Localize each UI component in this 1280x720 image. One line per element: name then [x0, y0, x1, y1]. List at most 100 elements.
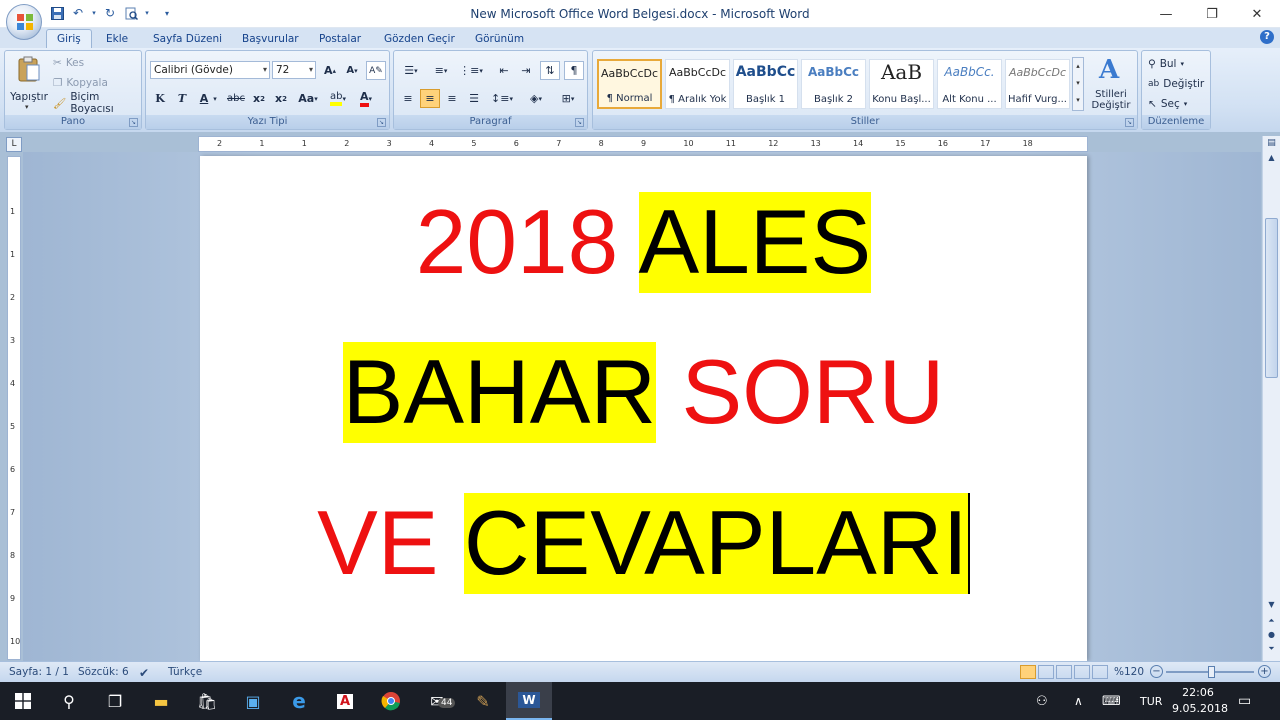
sort-icon[interactable]: ⇅ — [540, 61, 560, 80]
horizontal-ruler[interactable]: 2 1 1 2 3 4 5 6 7 8 9 10 11 12 13 14 15 16 17 18 — [198, 136, 1088, 152]
show-paragraph-marks-icon[interactable]: ¶ — [564, 61, 584, 80]
change-styles-button[interactable]: A Stilleri Değiştir — [1087, 55, 1135, 113]
find-button[interactable]: ⚲ Bul ▾ — [1148, 55, 1184, 73]
clear-formatting-icon[interactable]: A✎ — [366, 61, 386, 80]
web-layout-icon[interactable] — [1056, 665, 1072, 679]
remote-desktop-icon[interactable]: ▣ — [230, 682, 276, 720]
font-size-combo[interactable]: 72 ▾ — [272, 61, 316, 79]
vertical-scrollbar[interactable]: ▤ ▲ ▼ ⏶ ● ⏷ — [1262, 136, 1280, 661]
task-view-icon[interactable]: ❐ — [92, 682, 138, 720]
decrease-indent-icon[interactable]: ⇤ — [494, 61, 514, 80]
style-no-spacing[interactable]: AaBbCcDc ¶ Aralık Yok — [665, 59, 730, 109]
increase-indent-icon[interactable]: ⇥ — [516, 61, 536, 80]
previous-page-icon[interactable]: ⏶ — [1265, 616, 1278, 629]
start-button[interactable] — [0, 682, 46, 720]
minimize-button[interactable]: — — [1143, 0, 1189, 28]
font-color-icon[interactable]: A ▾ — [354, 89, 378, 108]
browse-object-icon[interactable]: ● — [1265, 630, 1278, 643]
font-launcher-icon[interactable]: ↘ — [377, 118, 386, 127]
file-explorer-icon[interactable]: ▬ — [138, 682, 184, 720]
shading-icon[interactable]: ◈ ▾ — [522, 89, 550, 108]
numbering-icon[interactable]: ≡ ▾ — [428, 61, 454, 80]
zoom-level[interactable]: %120 — [1114, 666, 1144, 678]
zoom-slider-thumb[interactable] — [1208, 666, 1215, 678]
select-button[interactable]: ↖ Seç ▾ — [1148, 95, 1187, 113]
subscript-icon[interactable]: x2 — [249, 89, 269, 108]
help-icon[interactable]: ? — [1260, 30, 1274, 44]
search-icon[interactable]: ⚲ — [46, 682, 92, 720]
chrome-icon[interactable] — [368, 682, 414, 720]
notifications-icon[interactable]: ▭ — [1238, 682, 1251, 720]
word-count[interactable]: Sözcük: 6 — [78, 666, 129, 678]
tab-basvurular[interactable]: Başvurular — [232, 29, 309, 48]
style-title[interactable]: AaB Konu Başl... — [869, 59, 934, 109]
align-left-icon[interactable]: ≡ — [398, 89, 418, 108]
view-ruler-icon[interactable]: ▤ — [1265, 138, 1278, 151]
grow-font-icon[interactable]: A ▴ — [320, 61, 340, 80]
store-icon[interactable]: 🛍 — [184, 682, 230, 720]
zoom-out-icon[interactable]: − — [1150, 665, 1163, 678]
scroll-down-icon[interactable]: ▼ — [1265, 600, 1278, 613]
page-count[interactable]: Sayfa: 1 / 1 — [9, 666, 69, 678]
format-painter-button[interactable]: 🖌 Biçim Boyacısı — [53, 91, 141, 115]
show-hidden-icons[interactable]: ∧ — [1074, 682, 1083, 720]
scroll-up-icon[interactable]: ▲ — [1265, 153, 1278, 166]
tab-postalar[interactable]: Postalar — [309, 29, 371, 48]
clipboard-launcher-icon[interactable]: ↘ — [129, 118, 138, 127]
draft-icon[interactable] — [1092, 665, 1108, 679]
outline-icon[interactable] — [1074, 665, 1090, 679]
paragraph-launcher-icon[interactable]: ↘ — [575, 118, 584, 127]
next-page-icon[interactable]: ⏷ — [1265, 644, 1278, 657]
keyboard-icon[interactable]: ⌨ — [1102, 682, 1121, 720]
input-language[interactable]: TUR — [1140, 682, 1162, 720]
style-heading-1[interactable]: AaBbCc Başlık 1 — [733, 59, 798, 109]
font-name-dropdown-icon[interactable]: ▾ — [263, 62, 267, 78]
tab-selector[interactable]: L — [6, 137, 22, 152]
style-normal[interactable]: AaBbCcDc ¶ Normal — [597, 59, 662, 109]
replace-button[interactable]: ab Değiştir — [1148, 75, 1204, 93]
style-subtitle[interactable]: AaBbCc. Alt Konu ... — [937, 59, 1002, 109]
bullets-icon[interactable]: ☰ ▾ — [398, 61, 424, 80]
people-icon[interactable]: ⚇ — [1036, 682, 1048, 720]
close-button[interactable]: ✕ — [1234, 0, 1280, 28]
line-spacing-icon[interactable]: ↕≡ ▾ — [488, 89, 516, 108]
strikethrough-icon[interactable]: abc — [226, 89, 246, 108]
office-button[interactable] — [6, 4, 42, 40]
tab-sayfa-duzeni[interactable]: Sayfa Düzeni — [143, 29, 232, 48]
copy-button[interactable]: ❐ Kopyala — [53, 75, 108, 91]
scroll-thumb[interactable] — [1265, 218, 1278, 378]
multilevel-list-icon[interactable]: ⋮≡ ▾ — [458, 61, 484, 80]
highlight-color-icon[interactable]: ab ▾ — [326, 89, 350, 108]
underline-dropdown-icon[interactable]: ▾ — [210, 89, 220, 108]
print-layout-icon[interactable] — [1020, 665, 1036, 679]
align-right-icon[interactable]: ≡ — [442, 89, 462, 108]
zoom-in-icon[interactable]: + — [1258, 665, 1271, 678]
tab-gozden-gecir[interactable]: Gözden Geçir — [374, 29, 465, 48]
mail-icon[interactable]: ✉ 44 — [414, 682, 460, 720]
clock[interactable]: 22:06 9.05.2018 — [1172, 685, 1228, 717]
style-heading-2[interactable]: AaBbCc Başlık 2 — [801, 59, 866, 109]
align-center-icon[interactable]: ≡ — [420, 89, 440, 108]
borders-icon[interactable]: ⊞ ▾ — [554, 89, 582, 108]
word-taskbar-icon[interactable]: W — [506, 682, 552, 720]
app-icon[interactable]: ✎ — [460, 682, 506, 720]
tab-ekle[interactable]: Ekle — [96, 29, 138, 48]
language-indicator[interactable]: Türkçe — [168, 666, 202, 678]
restore-button[interactable]: ❐ — [1189, 0, 1235, 28]
document-page[interactable]: 2018 ALES BAHAR SORU VE CEVAPLARI — [200, 156, 1087, 661]
adobe-icon[interactable]: A — [322, 682, 368, 720]
italic-icon[interactable]: T — [172, 89, 192, 108]
vertical-ruler[interactable]: 11234567891011 — [7, 156, 21, 689]
change-case-icon[interactable]: Aa ▾ — [295, 89, 321, 108]
edge-icon[interactable]: e — [276, 682, 322, 720]
font-size-dropdown-icon[interactable]: ▾ — [309, 62, 313, 78]
tab-gorunum[interactable]: Görünüm — [465, 29, 534, 48]
styles-scroll[interactable]: ▴ ▾ ▾ — [1072, 57, 1084, 111]
full-screen-reading-icon[interactable] — [1038, 665, 1054, 679]
cut-button[interactable]: ✂ Kes — [53, 55, 84, 71]
bold-icon[interactable]: K — [150, 89, 170, 108]
proofing-icon[interactable]: ✔ — [139, 666, 149, 680]
superscript-icon[interactable]: x2 — [271, 89, 291, 108]
paste-button[interactable]: Yapıştır ▾ — [9, 53, 49, 113]
font-name-combo[interactable]: Calibri (Gövde) ▾ — [150, 61, 270, 79]
